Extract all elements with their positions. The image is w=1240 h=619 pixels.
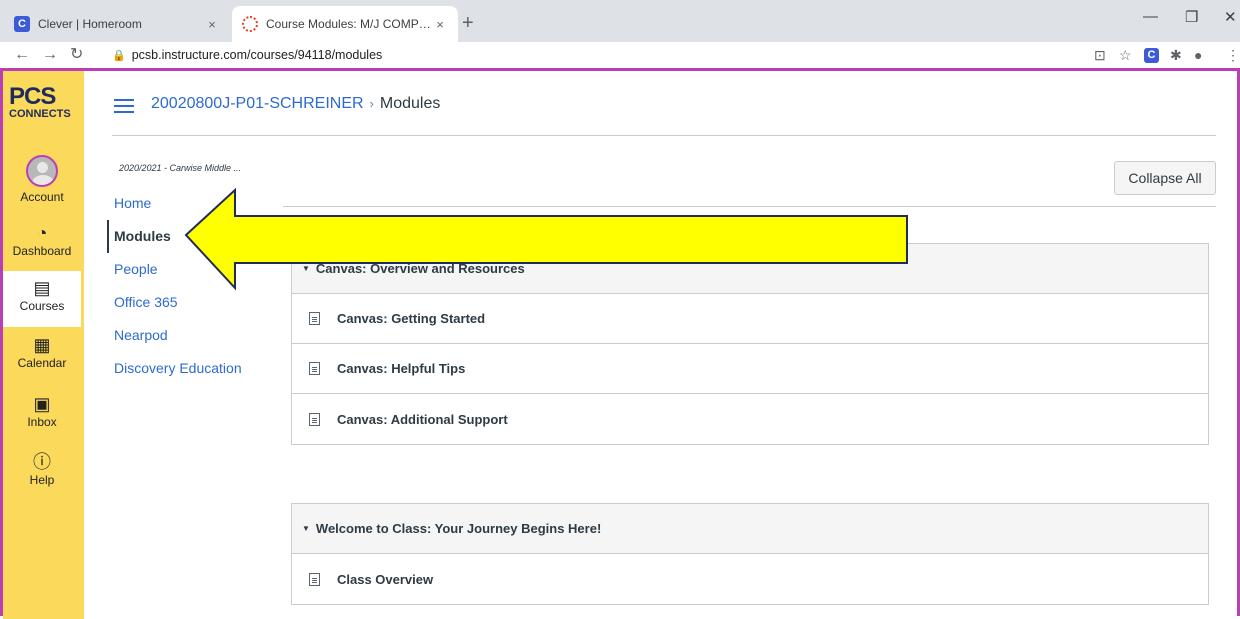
help-icon: ⓘ	[33, 452, 51, 472]
browser-tab-clever[interactable]: C Clever | Homeroom ×	[4, 6, 230, 42]
global-nav-label: Account	[20, 190, 64, 204]
browser-tab-strip: C Clever | Homeroom × Course Modules: M/…	[0, 0, 1240, 42]
bookmark-star-icon[interactable]: ☆	[1119, 46, 1132, 64]
course-nav-modules[interactable]: Modules	[107, 220, 277, 253]
global-nav-label: Courses	[19, 299, 65, 313]
close-tab-icon[interactable]: ×	[432, 17, 448, 32]
module-welcome-to-class: ▼ Welcome to Class: Your Journey Begins …	[291, 503, 1209, 605]
course-navigation: Home Modules People Office 365 Nearpod D…	[107, 187, 277, 385]
course-nav-office-365[interactable]: Office 365	[107, 286, 277, 319]
pcs-connects-logo[interactable]: PCS CONNECTS	[9, 85, 75, 120]
lock-icon: 🔒	[112, 49, 126, 62]
global-nav-calendar[interactable]: ▦ Calendar	[3, 334, 81, 370]
course-nav-people[interactable]: People	[107, 253, 277, 286]
breadcrumb: 20020800J-P01-SCHREINER › Modules	[151, 95, 440, 113]
inbox-icon: ▣	[33, 394, 51, 414]
breadcrumb-course-link[interactable]: 20020800J-P01-SCHREINER	[151, 95, 364, 112]
translate-icon[interactable]: ⊡	[1094, 46, 1106, 64]
logo-top-text: PCS	[9, 83, 56, 110]
calendar-icon: ▦	[33, 335, 51, 355]
global-nav-label: Calendar	[17, 356, 67, 370]
extensions-puzzle-icon[interactable]: ✱	[1170, 46, 1182, 64]
course-menu-toggle-button[interactable]	[114, 99, 134, 113]
module-item[interactable]: Class Overview	[292, 554, 1208, 604]
global-navigation: PCS CONNECTS Account ◔ Dashboard ▤ Cours…	[3, 71, 84, 619]
term-label: 2020/2021 - Carwise Middle ...	[119, 163, 242, 173]
module-item-title[interactable]: Canvas: Additional Support	[337, 412, 508, 427]
global-nav-label: Inbox	[27, 415, 57, 429]
avatar-icon	[26, 155, 58, 187]
breadcrumb-separator-icon: ›	[369, 96, 374, 111]
header-divider	[112, 135, 1216, 136]
caret-down-icon: ▼	[302, 524, 310, 533]
minimize-icon[interactable]: —	[1143, 8, 1158, 25]
clever-extension-icon[interactable]: C	[1144, 48, 1159, 63]
module-item-title[interactable]: Canvas: Helpful Tips	[337, 361, 465, 376]
module-header[interactable]: ▼ Canvas: Overview and Resources	[292, 244, 1208, 294]
browser-toolbar: ← → ↻ 🔒 pcsb.instructure.com/courses/941…	[0, 42, 1240, 68]
breadcrumb-current-page: Modules	[379, 95, 441, 112]
module-title: Canvas: Overview and Resources	[315, 261, 525, 276]
module-item[interactable]: Canvas: Helpful Tips	[292, 344, 1208, 394]
module-item-title[interactable]: Class Overview	[337, 572, 433, 587]
browser-tab-course-modules[interactable]: Course Modules: M/J COMPRE S… ×	[232, 6, 458, 42]
global-nav-label: Help	[29, 473, 55, 487]
global-nav-courses[interactable]: ▤ Courses	[3, 271, 81, 327]
caret-down-icon: ▼	[302, 264, 310, 273]
restore-icon[interactable]: ❐	[1185, 8, 1198, 26]
profile-icon[interactable]: ●	[1194, 46, 1202, 64]
dashboard-icon: ◔	[36, 223, 48, 243]
book-icon: ▤	[33, 278, 51, 298]
course-nav-discovery-education[interactable]: Discovery Education	[107, 352, 277, 385]
back-icon[interactable]: ←	[14, 45, 30, 65]
global-nav-account[interactable]: Account	[3, 155, 81, 204]
close-tab-icon[interactable]: ×	[204, 17, 220, 32]
url-text: pcsb.instructure.com/courses/94118/modul…	[131, 48, 383, 62]
module-item[interactable]: Canvas: Additional Support	[292, 394, 1208, 444]
module-canvas-overview: ▼ Canvas: Overview and Resources Canvas:…	[291, 243, 1209, 445]
tab-title: Course Modules: M/J COMPRE S…	[266, 17, 432, 31]
global-nav-help[interactable]: ⓘ Help	[3, 451, 81, 487]
collapse-all-button[interactable]: Collapse All	[1114, 161, 1216, 195]
clever-favicon-icon: C	[14, 16, 30, 32]
menu-kebab-icon[interactable]: ⋮	[1226, 46, 1240, 64]
module-item-title[interactable]: Canvas: Getting Started	[337, 311, 485, 326]
module-title: Welcome to Class: Your Journey Begins He…	[315, 521, 602, 536]
reload-icon[interactable]: ↻	[70, 45, 83, 65]
page-icon	[309, 362, 320, 375]
logo-bottom-text: CONNECTS	[9, 108, 71, 120]
address-bar[interactable]: 🔒 pcsb.instructure.com/courses/94118/mod…	[112, 44, 1082, 66]
new-tab-button[interactable]: +	[462, 13, 474, 33]
tab-title: Clever | Homeroom	[38, 17, 142, 31]
course-nav-home[interactable]: Home	[107, 187, 277, 220]
content-divider	[283, 206, 1216, 207]
canvas-favicon-icon	[242, 16, 258, 32]
page-icon	[309, 412, 320, 426]
module-header[interactable]: ▼ Welcome to Class: Your Journey Begins …	[292, 504, 1208, 554]
course-nav-nearpod[interactable]: Nearpod	[107, 319, 277, 352]
page-icon	[309, 572, 320, 586]
global-nav-label: Dashboard	[12, 244, 72, 258]
canvas-app: PCS CONNECTS Account ◔ Dashboard ▤ Cours…	[0, 68, 1240, 619]
close-window-icon[interactable]: ✕	[1224, 8, 1237, 26]
global-nav-inbox[interactable]: ▣ Inbox	[3, 393, 81, 429]
module-item[interactable]: Canvas: Getting Started	[292, 294, 1208, 344]
global-nav-dashboard[interactable]: ◔ Dashboard	[3, 222, 81, 258]
forward-icon[interactable]: →	[42, 45, 58, 65]
page-icon	[309, 312, 320, 325]
